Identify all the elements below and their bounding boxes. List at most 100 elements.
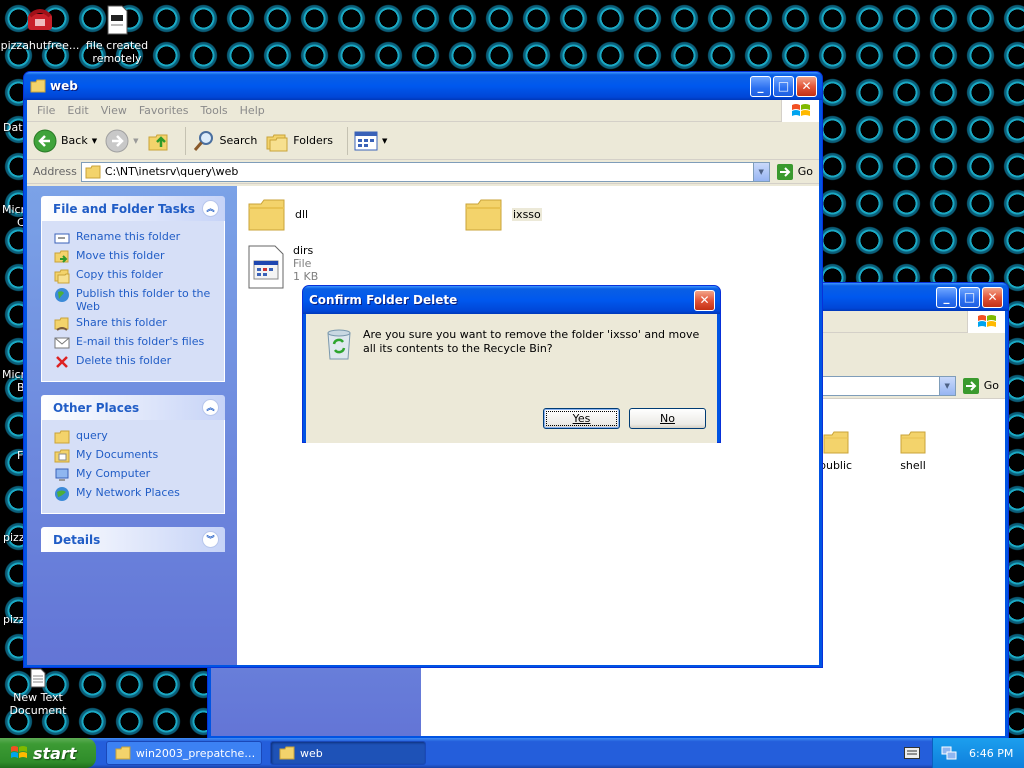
menu-view[interactable]: View	[95, 104, 133, 117]
chevron-down-icon[interactable]: ▼	[938, 376, 955, 395]
windows-logo-icon	[781, 100, 819, 122]
maximize-icon: □	[963, 290, 976, 304]
folder-item[interactable]: public	[819, 429, 852, 472]
confirm-folder-delete-dialog[interactable]: Confirm Folder Delete ✕ Are you sure you…	[302, 285, 721, 443]
address-field[interactable]: C:\NT\inetsrv\query\web ▼	[80, 161, 770, 182]
forward-button[interactable]: ▼	[105, 129, 139, 153]
close-button[interactable]: ✕	[982, 286, 1003, 308]
task-rename-folder[interactable]: Rename this folder	[54, 230, 224, 246]
place-query[interactable]: query	[54, 429, 224, 445]
windows-flag-icon	[11, 746, 27, 758]
task-pane: File and Folder Tasks ︽ Rename this fold…	[27, 186, 237, 665]
collapse-icon[interactable]: ︽	[202, 399, 219, 416]
go-button[interactable]: Go	[776, 163, 813, 181]
address-bar: Address C:\NT\inetsrv\query\web ▼ Go	[27, 160, 819, 184]
start-button[interactable]: start	[0, 738, 96, 768]
task-email-files[interactable]: E-mail this folder's files	[54, 335, 224, 351]
chevron-down-icon[interactable]: ▼	[382, 137, 387, 145]
chevron-down-icon[interactable]: ▼	[752, 162, 769, 181]
place-my-network-places[interactable]: My Network Places	[54, 486, 224, 502]
place-my-computer[interactable]: My Computer	[54, 467, 224, 483]
task-move-folder[interactable]: Move this folder	[54, 249, 224, 265]
task-delete-folder[interactable]: Delete this folder	[54, 354, 224, 370]
toolbar-separator	[347, 126, 349, 155]
search-button[interactable]: Search	[192, 129, 257, 153]
folder-item-dll[interactable]: dll	[247, 196, 308, 232]
clock[interactable]: 6:46 PM	[969, 747, 1013, 760]
minimize-button[interactable]: _	[750, 75, 771, 97]
file-size: 1 KB	[293, 270, 319, 283]
taskbar-button-win2003[interactable]: win2003_prepatched...	[106, 741, 262, 765]
chevron-down-icon[interactable]: ▼	[92, 137, 97, 145]
minimize-icon: _	[757, 79, 764, 93]
menu-edit[interactable]: Edit	[61, 104, 94, 117]
menu-help[interactable]: Help	[234, 104, 271, 117]
close-button[interactable]: ✕	[694, 289, 715, 311]
task-copy-folder[interactable]: Copy this folder	[54, 268, 224, 284]
system-tray: 6:46 PM	[932, 738, 1024, 768]
place-my-documents[interactable]: My Documents	[54, 448, 224, 464]
other-places-panel: Other Places ︽ query My Documents My Com…	[41, 395, 225, 514]
address-value: C:\NT\inetsrv\query\web	[104, 165, 239, 178]
up-folder-icon	[148, 134, 167, 150]
share-icon	[54, 317, 69, 331]
minimize-icon: _	[943, 290, 950, 304]
file-folder-tasks-panel: File and Folder Tasks ︽ Rename this fold…	[41, 196, 225, 382]
expand-icon[interactable]: ︾	[202, 531, 219, 548]
close-button[interactable]: ✕	[796, 75, 817, 97]
no-button[interactable]: No	[629, 408, 706, 429]
folder-icon	[85, 165, 101, 178]
rename-icon	[54, 233, 70, 244]
folder-icon	[279, 746, 295, 760]
maximize-button[interactable]: □	[773, 75, 794, 97]
close-icon: ✕	[987, 290, 998, 304]
chevron-down-icon[interactable]: ▼	[133, 137, 138, 145]
folder-icon	[823, 431, 849, 454]
task-share-folder[interactable]: Share this folder	[54, 316, 224, 332]
toolbar-separator	[184, 126, 186, 155]
toolbar: Back ▼ ▼ Search Folders ▼	[27, 122, 819, 160]
menu-bar: File Edit View Favorites Tools Help	[27, 100, 819, 122]
back-arrow-icon	[33, 129, 57, 152]
search-icon	[193, 130, 213, 151]
menu-file[interactable]: File	[31, 104, 61, 117]
move-icon	[54, 250, 69, 263]
panel-header[interactable]: Other Places ︽	[41, 395, 225, 420]
keyboard-icon[interactable]	[904, 747, 920, 762]
task-publish-folder[interactable]: Publish this folder to the Web	[54, 287, 224, 313]
desktop-icon-pizzahut[interactable]: pizzahutfree...	[0, 4, 80, 52]
title-bar[interactable]: web _ □ ✕	[24, 72, 822, 100]
folder-item-ixsso[interactable]: ixsso	[464, 196, 542, 232]
yes-button[interactable]: Yes	[543, 408, 620, 429]
file-item-dirs[interactable]: dirs File 1 KB	[247, 244, 318, 290]
folders-button[interactable]: Folders	[265, 129, 333, 153]
dialog-title-bar[interactable]: Confirm Folder Delete ✕	[303, 286, 720, 314]
desktop-icon-new-text-document[interactable]: New Text Document	[0, 668, 78, 717]
taskbar-button-web[interactable]: web	[270, 741, 426, 765]
maximize-button[interactable]: □	[959, 286, 980, 308]
file-icon	[248, 245, 284, 289]
minimize-button[interactable]: _	[936, 286, 957, 308]
copy-icon	[54, 269, 70, 284]
dialog-message: Are you sure you want to remove the fold…	[363, 328, 700, 355]
panel-header[interactable]: File and Folder Tasks ︽	[41, 196, 225, 221]
my-computer-icon	[55, 468, 69, 481]
desktop-partial-label: pizz	[3, 531, 25, 544]
menu-tools[interactable]: Tools	[195, 104, 234, 117]
folder-item[interactable]: shell	[899, 429, 927, 472]
network-connection-icon[interactable]	[941, 745, 957, 761]
panel-header[interactable]: Details ︾	[41, 527, 225, 552]
up-folder-button[interactable]	[147, 129, 171, 153]
desktop-icon-file-created-remotely[interactable]: file created remotely	[77, 4, 157, 65]
views-button[interactable]: ▼	[354, 130, 387, 152]
publish-icon	[55, 288, 69, 302]
menu-favorites[interactable]: Favorites	[133, 104, 195, 117]
text-document-icon	[28, 668, 48, 688]
go-button[interactable]: Go	[962, 377, 999, 395]
phone-icon	[24, 4, 56, 36]
my-documents-icon	[54, 449, 70, 463]
back-button[interactable]: Back ▼	[33, 129, 97, 153]
views-icon	[354, 131, 378, 150]
maximize-icon: □	[777, 79, 790, 93]
collapse-icon[interactable]: ︽	[202, 200, 219, 217]
